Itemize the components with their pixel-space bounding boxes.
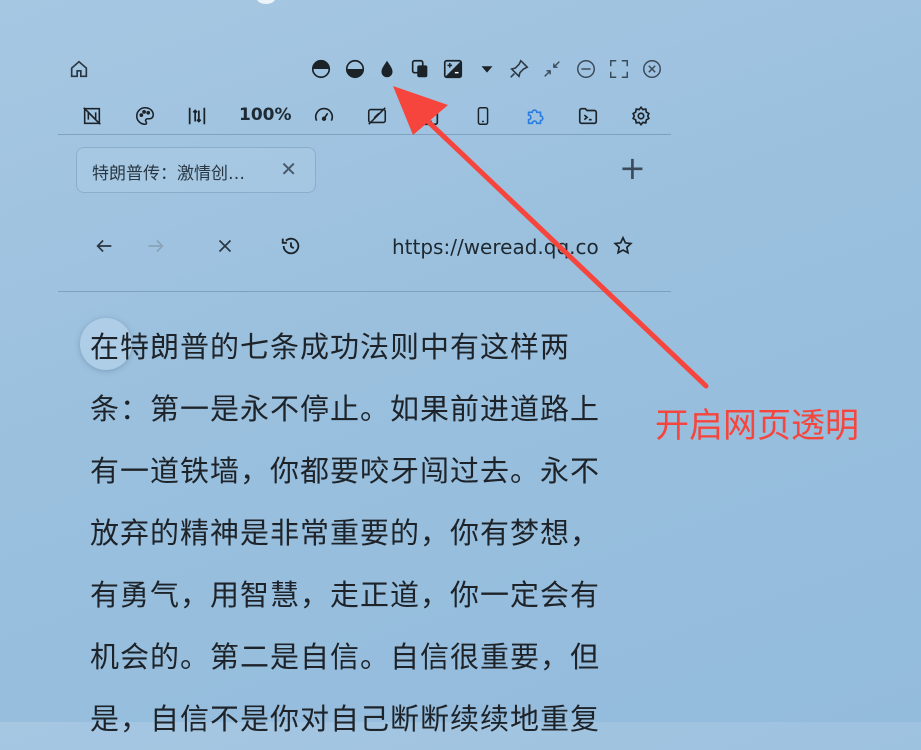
annotation-arrow — [393, 86, 709, 389]
annotation-label: 开启网页透明 — [655, 406, 859, 446]
